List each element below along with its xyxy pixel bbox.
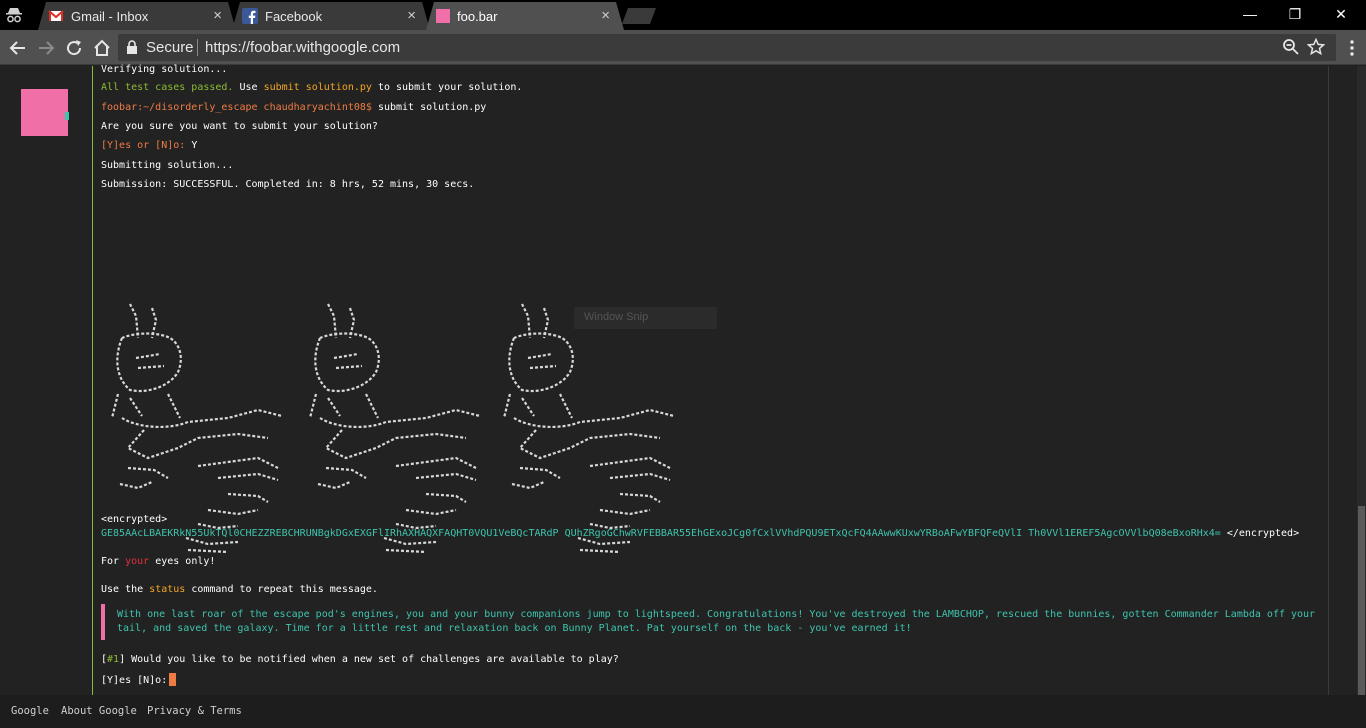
scrollbar-thumb[interactable] xyxy=(1358,506,1365,695)
eyes-only-line: For your eyes only! xyxy=(101,555,215,568)
encrypted-open-tag: <encrypted> xyxy=(101,514,168,525)
back-icon[interactable] xyxy=(8,38,28,58)
footer-link-about[interactable]: About Google xyxy=(61,705,137,717)
tab-strip: Gmail - Inbox × Facebook × foo.bar × — ❐… xyxy=(0,0,1366,30)
encrypted-line: GE85AAcLBAEKRkN55UkTQl0CHEZZREBCHRUNBgkD… xyxy=(101,527,1299,540)
status-hint-line: Use the status command to repeat this me… xyxy=(101,583,378,596)
home-icon[interactable] xyxy=(92,38,112,58)
passed-rest-text: to submit your solution. xyxy=(371,82,523,93)
lock-icon xyxy=(127,40,137,54)
close-window-button[interactable]: ✕ xyxy=(1331,5,1351,23)
confirm-options: [Y]es or [N]o: xyxy=(101,140,186,151)
notify-number: #1 xyxy=(107,654,120,665)
foobar-logo xyxy=(21,89,68,136)
bunny-ascii-art xyxy=(308,303,481,554)
footer-link-privacy[interactable]: Privacy & Terms xyxy=(147,705,242,717)
tab-gmail[interactable]: Gmail - Inbox × xyxy=(38,2,236,30)
eyes-your-text: your xyxy=(125,556,150,567)
notify-question-line: [#1] Would you like to be notified when … xyxy=(101,653,619,666)
maximize-button[interactable]: ❐ xyxy=(1285,5,1305,23)
gmail-icon xyxy=(48,8,64,24)
menu-icon[interactable] xyxy=(1342,38,1362,58)
foobar-icon xyxy=(436,9,450,23)
story-text: With one last roar of the escape pod's e… xyxy=(117,609,1316,634)
zoom-icon[interactable] xyxy=(1282,38,1300,56)
passed-text: All test cases passed. xyxy=(101,82,234,93)
foobar-page: Verifying solution... All test cases pas… xyxy=(0,64,1366,695)
terminal-line-partial: Verifying solution... xyxy=(101,64,228,75)
encrypted-payload[interactable]: GE85AAcLBAEKRkN55UkTQl0CHEZZREBCHRUNBgkD… xyxy=(101,528,1221,539)
secure-label: Secure xyxy=(146,39,194,56)
tab-label: Gmail - Inbox xyxy=(71,8,149,24)
tab-label: foo.bar xyxy=(457,8,498,24)
eyes-rest-text: eyes only! xyxy=(149,556,216,567)
status-rest-text: command to repeat this message. xyxy=(185,584,378,595)
terminal-line-options: [Y]es or [N]o: Y xyxy=(101,139,197,152)
final-prompt-line: [Y]es [N]o: xyxy=(101,673,177,687)
encrypted-close-tag: </encrypted> xyxy=(1220,528,1300,539)
terminal-line-confirm: Are you sure you want to submit your sol… xyxy=(101,121,378,132)
minimize-button[interactable]: — xyxy=(1240,5,1260,23)
browser-toolbar: Secure https://foobar.withgoogle.com xyxy=(0,30,1366,65)
close-tab-icon[interactable]: × xyxy=(407,8,416,23)
tab-foobar[interactable]: foo.bar × xyxy=(426,2,624,30)
bookmark-star-icon[interactable] xyxy=(1307,38,1325,56)
tab-facebook[interactable]: Facebook × xyxy=(232,2,430,30)
page-footer: Google About Google Privacy & Terms xyxy=(0,695,1366,728)
forward-icon[interactable] xyxy=(36,38,56,58)
eyes-for-text: For xyxy=(101,556,126,567)
story-callout: With one last roar of the escape pod's e… xyxy=(101,604,1326,640)
shell-prompt: foobar:~/disorderly_escape chaudharyachi… xyxy=(101,102,372,113)
status-command: status xyxy=(149,584,186,595)
confirm-answer: Y xyxy=(185,140,198,151)
url-text[interactable]: https://foobar.withgoogle.com xyxy=(205,39,400,56)
omnibox-divider xyxy=(197,39,198,56)
terminal-left-border xyxy=(92,66,93,695)
logo-accent xyxy=(65,112,69,120)
shell-command: submit solution.py xyxy=(371,102,487,113)
new-tab-button[interactable] xyxy=(622,8,656,24)
bunny-ascii-art xyxy=(502,303,675,554)
passed-use-text: Use xyxy=(233,82,264,93)
footer-link-google[interactable]: Google xyxy=(11,705,49,717)
terminal-line-submitting: Submitting solution... xyxy=(101,160,234,171)
terminal-line-command: foobar:~/disorderly_escape chaudharyachi… xyxy=(101,101,486,114)
notify-question-text: ] Would you like to be notified when a n… xyxy=(119,654,619,665)
terminal-cursor[interactable] xyxy=(169,673,177,686)
facebook-icon xyxy=(242,8,258,24)
terminal-line-result: Submission: SUCCESSFUL. Completed in: 8 … xyxy=(101,179,475,190)
incognito-icon xyxy=(6,8,22,23)
tab-label: Facebook xyxy=(265,8,323,24)
close-tab-icon[interactable]: × xyxy=(601,8,610,23)
final-prompt: [Y]es [N]o: xyxy=(101,675,168,686)
close-tab-icon[interactable]: × xyxy=(213,8,222,23)
reload-icon[interactable] xyxy=(64,38,84,58)
terminal-right-border xyxy=(1328,66,1329,695)
status-use-text: Use the xyxy=(101,584,150,595)
terminal-line-passed: All test cases passed. Use submit soluti… xyxy=(101,81,522,94)
passed-command: submit solution.py xyxy=(263,82,372,93)
address-bar[interactable]: Secure https://foobar.withgoogle.com xyxy=(118,34,1336,61)
window-snip-overlay: Window Snip xyxy=(574,307,717,329)
